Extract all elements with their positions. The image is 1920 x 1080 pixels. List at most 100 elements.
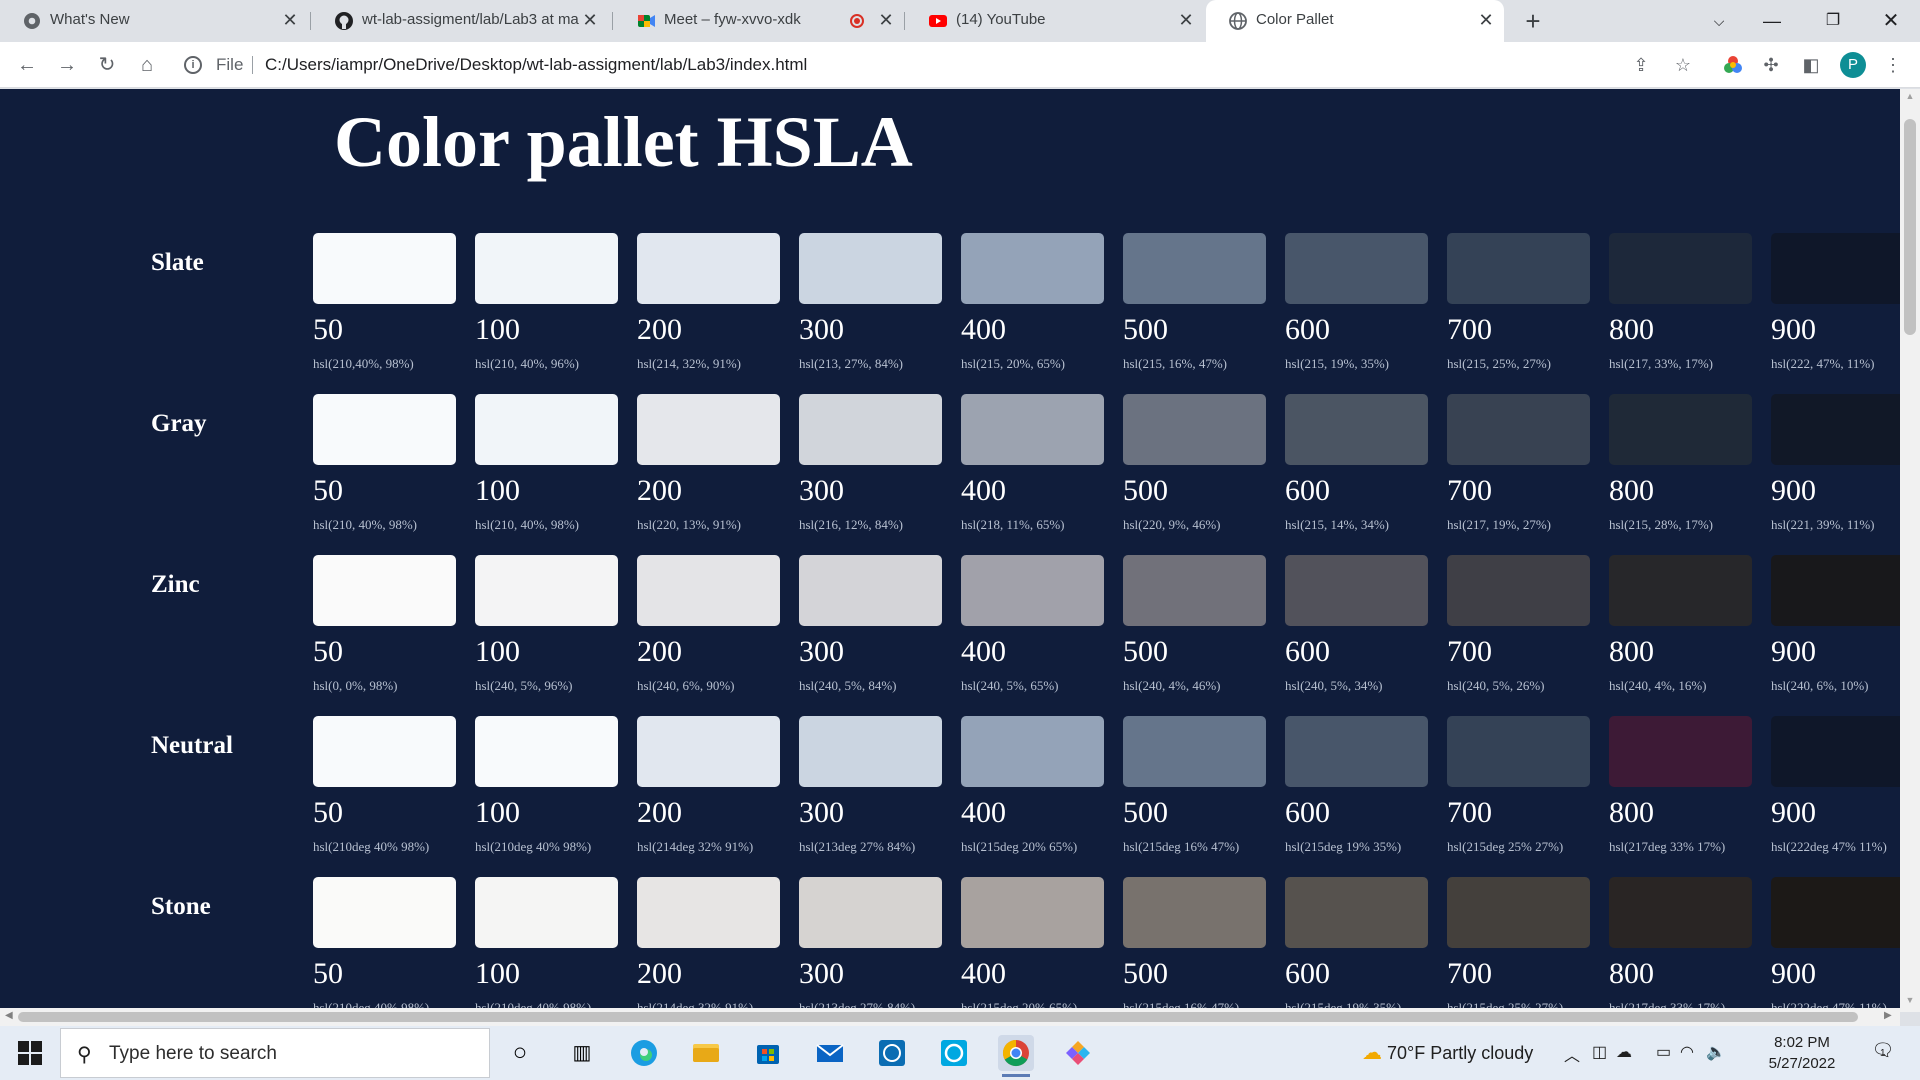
vertical-scroll-thumb[interactable] xyxy=(1904,119,1916,335)
cortana-icon[interactable]: ○ xyxy=(502,1035,538,1071)
chrome-icon[interactable] xyxy=(998,1035,1034,1077)
scroll-up-icon[interactable]: ▲ xyxy=(1905,91,1915,101)
weather-widget[interactable]: ☁ 70°F Partly cloudy xyxy=(1362,1040,1533,1065)
shade-number: 300 xyxy=(799,957,844,990)
palette-row-gray: Gray 50 hsl(210, 40%, 98%) 100 hsl(210, 40%,… xyxy=(0,394,1900,554)
shade-number: 700 xyxy=(1447,796,1492,829)
color-extension-icon[interactable] xyxy=(1722,54,1744,76)
task-view-icon[interactable]: ▥ xyxy=(564,1035,600,1071)
show-hidden-icons-icon[interactable]: ︿ xyxy=(1564,1042,1580,1066)
color-swatch xyxy=(1447,877,1590,948)
share-icon[interactable]: ⇪ xyxy=(1630,54,1652,76)
bookmark-star-icon[interactable]: ☆ xyxy=(1672,54,1694,76)
file-explorer-icon[interactable] xyxy=(688,1035,724,1071)
google-meet-icon xyxy=(638,15,655,27)
edge-icon[interactable] xyxy=(626,1035,662,1071)
color-card: 900 hsl(222deg 47% 11%) xyxy=(1771,716,1900,876)
tab-github[interactable]: wt-lab-assigment/lab/Lab3 at ma ✕ xyxy=(312,0,612,42)
color-card: 300 hsl(213deg 27% 84%) xyxy=(799,716,944,876)
color-swatch xyxy=(313,394,456,465)
color-card: 700 hsl(215deg 25% 27%) xyxy=(1447,716,1592,876)
forward-icon[interactable]: → xyxy=(52,50,82,80)
scroll-left-icon[interactable]: ◀ xyxy=(5,1010,13,1021)
color-swatch xyxy=(961,716,1104,787)
hsl-value: hsl(210deg 40% 98%) xyxy=(313,839,430,854)
color-swatch xyxy=(313,233,456,304)
profile-avatar[interactable]: P xyxy=(1840,52,1866,78)
restore-icon[interactable]: ❐ xyxy=(1818,6,1848,36)
color-card: 50 hsl(210,40%, 98%) xyxy=(313,233,458,393)
site-info-icon[interactable]: i xyxy=(184,56,202,74)
notification-center-icon[interactable]: 🗨 1 xyxy=(1870,1040,1896,1066)
color-swatch xyxy=(313,877,456,948)
color-swatch xyxy=(799,877,942,948)
minimize-icon[interactable]: — xyxy=(1757,6,1787,36)
color-swatch xyxy=(313,555,456,626)
close-window-icon[interactable]: ✕ xyxy=(1876,6,1906,36)
back-icon[interactable]: ← xyxy=(12,50,42,80)
alexa-icon[interactable] xyxy=(936,1035,972,1071)
menu-kebab-icon[interactable]: ⋮ xyxy=(1882,54,1904,76)
home-icon[interactable]: ⌂ xyxy=(132,50,162,80)
dell-icon[interactable] xyxy=(874,1035,910,1071)
color-card: 400 hsl(240, 5%, 65%) xyxy=(961,555,1106,715)
close-tab-icon[interactable]: ✕ xyxy=(580,10,600,30)
shade-number: 400 xyxy=(961,635,1006,668)
clock-time: 8:02 PM xyxy=(1774,1034,1830,1051)
hsl-value: hsl(217, 19%, 27%) xyxy=(1447,517,1551,532)
color-swatch xyxy=(637,877,780,948)
tab-separator xyxy=(612,12,613,30)
shade-number: 900 xyxy=(1771,957,1816,990)
shade-number: 300 xyxy=(799,313,844,346)
scroll-down-icon[interactable]: ▼ xyxy=(1905,995,1915,1005)
system-clock[interactable]: 8:02 PM 5/27/2022 xyxy=(1762,1032,1842,1074)
side-panel-icon[interactable]: ◧ xyxy=(1800,54,1822,76)
shade-number: 300 xyxy=(799,796,844,829)
volume-icon[interactable]: 🔈 xyxy=(1706,1042,1726,1062)
shade-number: 700 xyxy=(1447,635,1492,668)
shade-number: 400 xyxy=(961,474,1006,507)
hsl-value: hsl(216, 12%, 84%) xyxy=(799,517,903,532)
tab-color-pallet[interactable]: Color Pallet ✕ xyxy=(1206,0,1504,42)
hsl-value: hsl(218, 11%, 65%) xyxy=(961,517,1065,532)
tab-meet[interactable]: Meet – fyw-xvvo-xdk ✕ xyxy=(614,0,904,42)
color-swatch xyxy=(1771,716,1900,787)
store-icon[interactable] xyxy=(750,1035,786,1071)
wifi-icon[interactable]: ◠ xyxy=(1680,1042,1694,1062)
color-swatch xyxy=(637,555,780,626)
color-card: 500 hsl(240, 4%, 46%) xyxy=(1123,555,1268,715)
tab-title: wt-lab-assigment/lab/Lab3 at ma xyxy=(362,11,579,28)
close-tab-icon[interactable]: ✕ xyxy=(1176,10,1196,30)
windows-start-icon[interactable] xyxy=(18,1041,42,1065)
scroll-right-icon[interactable]: ▶ xyxy=(1884,1010,1892,1021)
horizontal-scrollbar[interactable]: ◀ ▶ xyxy=(0,1008,1900,1026)
address-bar[interactable]: i File C:/Users/iampr/OneDrive/Desktop/w… xyxy=(172,47,1672,83)
palette-family-name: Zinc xyxy=(151,571,200,598)
close-tab-icon[interactable]: ✕ xyxy=(1476,10,1496,30)
tab-youtube[interactable]: (14) YouTube ✕ xyxy=(906,0,1206,42)
hsl-value: hsl(240, 6%, 10%) xyxy=(1771,678,1869,693)
color-card: 600 hsl(215, 14%, 34%) xyxy=(1285,394,1430,554)
shade-number: 100 xyxy=(475,957,520,990)
tab-whats-new[interactable]: What's New ✕ xyxy=(0,0,310,42)
vertical-scrollbar[interactable]: ▲ ▼ xyxy=(1900,89,1920,1012)
close-tab-icon[interactable]: ✕ xyxy=(280,10,300,30)
onedrive-icon[interactable]: ☁ xyxy=(1616,1042,1632,1062)
new-tab-button[interactable]: + xyxy=(1520,8,1546,34)
mail-icon[interactable] xyxy=(812,1035,848,1071)
battery-icon[interactable]: ▭ xyxy=(1656,1042,1671,1062)
extensions-puzzle-icon[interactable]: ✣ xyxy=(1760,54,1782,76)
color-card: 200 hsl(214deg 32% 91%) xyxy=(637,877,782,1012)
url-text[interactable]: C:/Users/iampr/OneDrive/Desktop/wt-lab-a… xyxy=(265,55,807,75)
tab-search-icon[interactable]: ⌵ xyxy=(1704,6,1734,36)
app-icon[interactable] xyxy=(1060,1035,1096,1071)
close-tab-icon[interactable]: ✕ xyxy=(876,10,896,30)
meet-now-icon[interactable]: ◫ xyxy=(1592,1042,1607,1062)
shade-number: 50 xyxy=(313,313,343,346)
taskbar-search-box[interactable]: ⚲ Type here to search xyxy=(60,1028,490,1078)
reload-icon[interactable]: ↻ xyxy=(92,50,122,80)
hsl-value: hsl(213, 27%, 84%) xyxy=(799,356,903,371)
shade-number: 200 xyxy=(637,635,682,668)
horizontal-scroll-thumb[interactable] xyxy=(18,1012,1858,1022)
color-card: 700 hsl(215, 25%, 27%) xyxy=(1447,233,1592,393)
